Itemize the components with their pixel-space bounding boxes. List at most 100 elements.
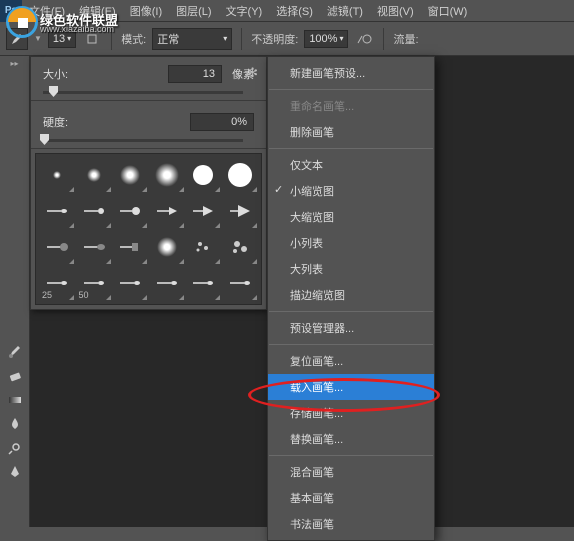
menu-item[interactable]: ✓ 小缩览图 [268,178,434,204]
canvas-area[interactable]: ✻ 大小: 13 像素 硬度: 0% [30,56,574,527]
menu-item[interactable]: 复位画笔... [268,348,434,374]
brush-preset[interactable] [150,266,184,300]
menu-separator [269,311,433,312]
menu-file[interactable]: 文件(F) [22,0,72,21]
brush-preset[interactable] [77,158,111,192]
menu-item[interactable]: 载入画笔... [268,374,434,400]
brush-preset[interactable] [223,158,257,192]
menu-item-label: 复位画笔... [290,356,343,368]
menu-item-label: 存储画笔... [290,408,343,420]
panel-collapse-icon[interactable]: ▸▸ [0,56,29,70]
menu-item[interactable]: 替换画笔... [268,426,434,452]
slider-thumb[interactable] [49,86,58,97]
divider [241,28,242,50]
menu-item-label: 书法画笔 [290,519,334,531]
menu-item[interactable]: 大列表 [268,256,434,282]
menu-separator [269,455,433,456]
slider-thumb[interactable] [40,134,49,145]
opacity-field[interactable]: 100%▾ [304,30,348,48]
menu-item[interactable]: 书法画笔 [268,511,434,537]
brush-preset[interactable] [223,266,257,300]
menu-item[interactable]: 仅文本 [268,152,434,178]
tool-panel: ▸▸ [0,56,30,527]
menu-item[interactable]: 描边缩览图 [268,282,434,308]
menu-filter[interactable]: 滤镜(T) [320,0,370,21]
hardness-field[interactable]: 0% [190,113,254,131]
menu-item[interactable]: 混合画笔 [268,459,434,485]
menu-view[interactable]: 视图(V) [370,0,421,21]
history-brush-tool[interactable] [0,340,30,364]
gradient-tool[interactable] [0,388,30,412]
menu-image[interactable]: 图像(I) [123,0,169,21]
brush-preset[interactable] [186,158,220,192]
menu-item-label: 预设管理器... [290,323,354,335]
menu-item-label: 大缩览图 [290,212,334,224]
brush-tool-icon[interactable] [6,28,28,50]
menu-item-label: 描边缩览图 [290,290,345,302]
brush-preset[interactable] [223,194,257,228]
menu-window[interactable]: 窗口(W) [421,0,475,21]
eraser-tool[interactable] [0,364,30,388]
brush-preset[interactable] [40,194,74,228]
menu-layer[interactable]: 图层(L) [169,0,218,21]
hardness-slider[interactable] [43,139,243,142]
brush-preset[interactable] [77,194,111,228]
menu-item[interactable]: 预设管理器... [268,315,434,341]
divider [31,148,266,149]
brush-preset[interactable] [186,194,220,228]
brush-preset[interactable] [113,230,147,264]
options-bar: ▼ 13▾ 模式: 正常▾ 不透明度: 100%▾ 流量: [0,22,574,56]
blend-mode-dropdown[interactable]: 正常▾ [152,28,232,50]
chevron-down-icon[interactable]: ▼ [34,34,42,43]
brush-preset[interactable] [40,158,74,192]
brush-preset[interactable] [77,230,111,264]
menu-item[interactable]: 基本画笔 [268,485,434,511]
menu-item-label: 删除画笔 [290,127,334,139]
brush-size-dropdown[interactable]: 13▾ [48,30,76,48]
menu-separator [269,148,433,149]
hardness-label: 硬度: [43,114,87,130]
brush-preset[interactable] [40,230,74,264]
menu-item[interactable]: 删除画笔 [268,119,434,145]
mode-label: 模式: [121,31,146,47]
menu-select[interactable]: 选择(S) [269,0,320,21]
divider [111,28,112,50]
opacity-label: 不透明度: [251,31,298,47]
divider [383,28,384,50]
menu-item[interactable]: 存储画笔... [268,400,434,426]
menu-type[interactable]: 文字(Y) [219,0,270,21]
brush-preset[interactable] [113,194,147,228]
menu-item-label: 重命名画笔... [290,101,354,113]
menu-item-label: 混合画笔 [290,467,334,479]
size-label: 大小: [43,66,87,82]
dodge-tool[interactable] [0,436,30,460]
brush-preset[interactable] [186,266,220,300]
menu-item-label: 小缩览图 [290,186,334,198]
blur-tool[interactable] [0,412,30,436]
brush-preset[interactable] [150,230,184,264]
pressure-opacity-icon[interactable] [354,29,374,49]
brush-preset[interactable] [113,158,147,192]
workspace: ▸▸ ✻ 大小: 13 像素 硬度: 0% [0,56,574,527]
brush-preset[interactable]: 25 [40,266,74,300]
app-logo: Ps [0,0,22,22]
menu-item-label: 小列表 [290,238,323,250]
menu-item[interactable]: 新建画笔预设... [268,60,434,86]
brush-preset[interactable] [150,158,184,192]
brush-preset[interactable] [186,230,220,264]
menu-edit[interactable]: 编辑(E) [72,0,123,21]
brush-preset[interactable] [113,266,147,300]
menu-separator [269,89,433,90]
size-field[interactable]: 13 [168,65,222,83]
size-slider[interactable] [43,91,243,94]
pen-tool[interactable] [0,460,30,484]
brush-context-menu: 新建画笔预设... 重命名画笔... 删除画笔仅文本 ✓ 小缩览图大缩览图小列表大列表描… [267,56,435,541]
menu-item[interactable]: 小列表 [268,230,434,256]
menu-item[interactable]: 大缩览图 [268,204,434,230]
brush-preset[interactable] [223,230,257,264]
brush-preset-picker-icon[interactable] [82,29,102,49]
brush-preset[interactable] [150,194,184,228]
gear-icon[interactable]: ✻ [247,65,258,81]
brush-preset[interactable]: 50 [77,266,111,300]
check-icon: ✓ [274,183,283,196]
